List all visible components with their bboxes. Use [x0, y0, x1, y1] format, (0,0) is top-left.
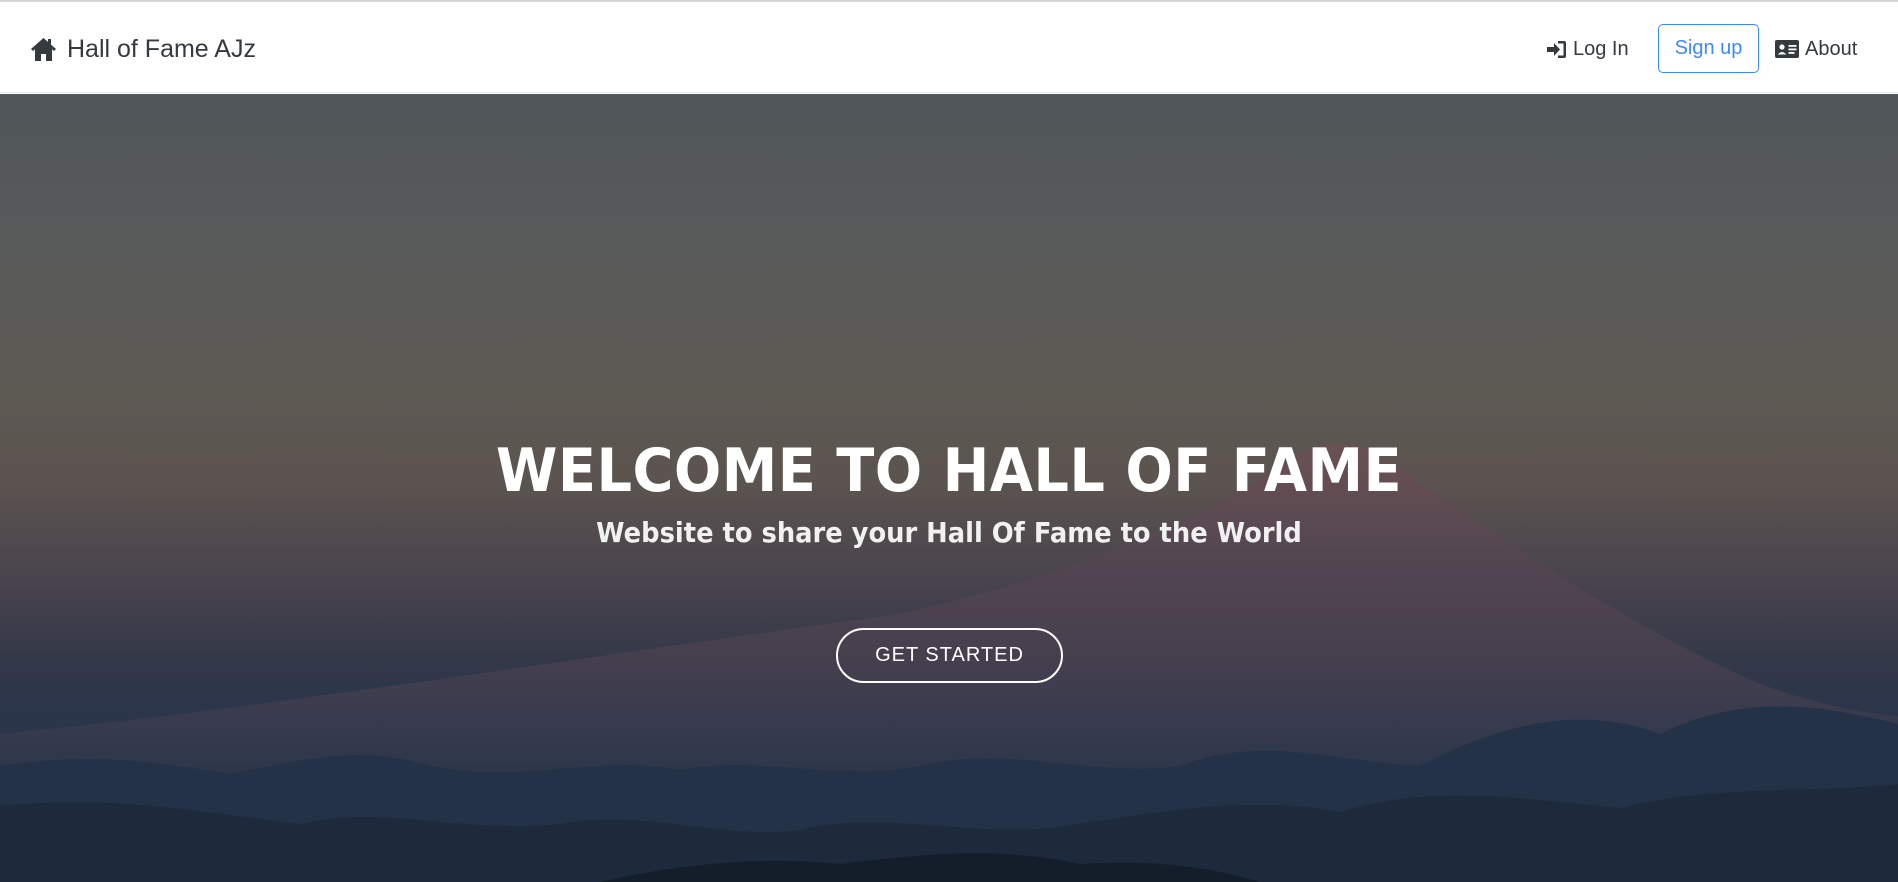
signup-label: Sign up: [1674, 37, 1743, 59]
brand-label: Hall of Fame AJz: [67, 34, 256, 63]
brand-link[interactable]: Hall of Fame AJz: [30, 31, 256, 67]
login-link[interactable]: Log In: [1546, 31, 1629, 67]
signup-button[interactable]: Sign up: [1658, 24, 1759, 73]
navbar: Hall of Fame AJz Log In Sign up About: [0, 2, 1898, 93]
hero-section: WELCOME TO HALL OF FAME Website to share…: [0, 94, 1898, 882]
hero-subtitle: Website to share your Hall Of Fame to th…: [596, 516, 1302, 549]
login-label: Log In: [1573, 37, 1629, 60]
get-started-button[interactable]: GET STARTED: [836, 628, 1063, 683]
about-label: About: [1805, 37, 1858, 60]
id-card-icon: [1775, 40, 1799, 58]
sign-in-icon: [1546, 40, 1567, 59]
get-started-label: GET STARTED: [875, 644, 1024, 666]
about-link[interactable]: About: [1775, 31, 1857, 67]
home-icon: [30, 37, 57, 62]
hero-title: WELCOME TO HALL OF FAME: [495, 436, 1403, 506]
